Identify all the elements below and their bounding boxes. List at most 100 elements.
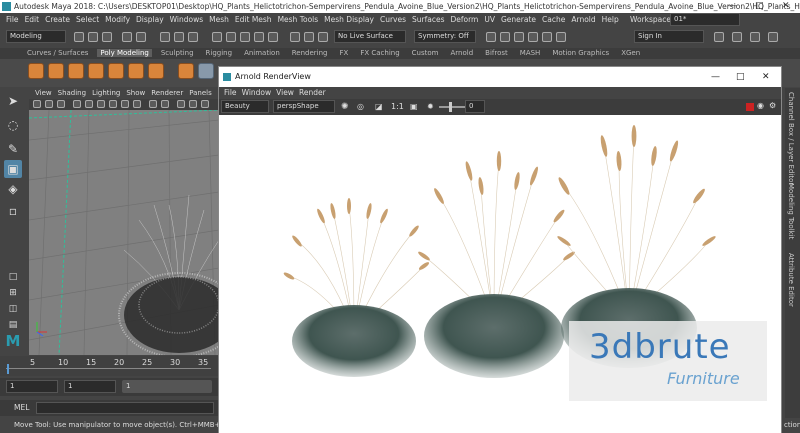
smooth-shade-icon[interactable] [97, 100, 105, 108]
rotate-tool-icon[interactable]: ◈ [4, 180, 22, 198]
sign-in-button[interactable]: Sign In [634, 30, 704, 43]
scale-tool-icon[interactable]: ▫ [4, 202, 22, 220]
poly-cube-icon[interactable] [48, 63, 64, 79]
menu-mesh-tools[interactable]: Mesh Tools [278, 15, 319, 24]
mode-select[interactable]: Modeling [6, 30, 66, 43]
poly-torus-icon[interactable] [108, 63, 124, 79]
xray-icon[interactable] [149, 100, 157, 108]
shelf-tab-curves-surfaces[interactable]: Curves / Surfaces [24, 49, 91, 57]
minimize-icon[interactable]: — [728, 0, 737, 13]
renderview-menu-window[interactable]: Window [242, 88, 272, 97]
menu-mesh-display[interactable]: Mesh Display [324, 15, 374, 24]
current-time-marker[interactable] [7, 364, 9, 374]
isolate-icon[interactable] [161, 100, 169, 108]
toggle-panel-icon-3[interactable] [514, 32, 524, 42]
display-settings-icon[interactable]: ▣ [410, 102, 418, 111]
attribute-editor-icon[interactable] [732, 32, 742, 42]
construction-history-icon[interactable] [290, 32, 300, 42]
ipr-render-icon[interactable] [318, 32, 328, 42]
camera-lock-icon[interactable] [45, 100, 53, 108]
shelf-tab-animation[interactable]: Animation [241, 49, 283, 57]
snap-grid-icon[interactable] [212, 32, 222, 42]
open-scene-icon[interactable] [88, 32, 98, 42]
snap-plane-icon[interactable] [254, 32, 264, 42]
renderview-menu-render[interactable]: Render [299, 88, 326, 97]
menu-mesh[interactable]: Mesh [209, 15, 229, 24]
menu-deform[interactable]: Deform [450, 15, 478, 24]
tab-modeling-toolkit[interactable]: Modeling Toolkit [787, 183, 795, 239]
refresh-render-icon[interactable]: ✺ [341, 102, 349, 112]
select-hierarchy-icon[interactable] [160, 32, 170, 42]
mel-label[interactable]: MEL [14, 403, 29, 412]
poly-combine-icon[interactable] [198, 63, 214, 79]
exposure-slider[interactable] [439, 106, 465, 108]
shelf-tab-rigging[interactable]: Rigging [203, 49, 236, 57]
camera-icon[interactable] [33, 100, 41, 108]
renderview-maximize-icon[interactable]: □ [736, 67, 745, 87]
current-frame-field[interactable]: 1 [6, 380, 58, 393]
ipr-icon[interactable]: ◉ [757, 101, 764, 110]
toggle-panel-icon-2[interactable] [500, 32, 510, 42]
shelf-tab-xgen[interactable]: XGen [618, 49, 643, 57]
playback-range-bar[interactable]: 1 [122, 380, 212, 393]
resolution-gate-icon[interactable] [177, 100, 185, 108]
textured-icon[interactable] [109, 100, 117, 108]
grid-toggle-icon[interactable] [73, 100, 81, 108]
save-scene-icon[interactable] [102, 32, 112, 42]
mel-command-input[interactable] [36, 402, 214, 414]
close-icon[interactable]: ✕ [782, 0, 790, 13]
time-slider[interactable]: 5 10 15 20 25 30 35 [0, 356, 218, 376]
renderview-minimize-icon[interactable]: — [711, 67, 720, 87]
menu-surfaces[interactable]: Surfaces [412, 15, 444, 24]
tab-attribute-editor[interactable]: Attribute Editor [787, 253, 795, 307]
snap-curve-icon[interactable] [226, 32, 236, 42]
exposure-slider-handle[interactable] [449, 102, 452, 112]
lights-icon[interactable] [121, 100, 129, 108]
shelf-tab-sculpting[interactable]: Sculpting [158, 49, 197, 57]
poly-cone-icon[interactable] [88, 63, 104, 79]
wireframe-icon[interactable] [85, 100, 93, 108]
undo-icon[interactable] [122, 32, 132, 42]
toggle-panel-icon-4[interactable] [528, 32, 538, 42]
bookmark-icon[interactable] [57, 100, 65, 108]
exposure-icon[interactable]: ✹ [427, 102, 434, 111]
shelf-tab-custom[interactable]: Custom [409, 49, 442, 57]
snap-point-icon[interactable] [240, 32, 250, 42]
menu-cache[interactable]: Cache [542, 15, 565, 24]
lasso-tool-icon[interactable]: ◌ [4, 116, 22, 134]
menu-curves[interactable]: Curves [380, 15, 406, 24]
redo-icon[interactable] [136, 32, 146, 42]
shelf-tab-rendering[interactable]: Rendering [289, 49, 331, 57]
move-tool-icon[interactable]: ▣ [4, 160, 22, 178]
paint-select-icon[interactable]: ✎ [4, 140, 22, 158]
toggle-panel-icon[interactable] [486, 32, 496, 42]
select-object-icon[interactable] [174, 32, 184, 42]
renderview-menu-file[interactable]: File [224, 88, 237, 97]
select-component-icon[interactable] [188, 32, 198, 42]
tool-settings-icon[interactable] [768, 32, 778, 42]
menu-edit-mesh[interactable]: Edit Mesh [235, 15, 272, 24]
workspace-select[interactable]: 01* [670, 13, 740, 26]
viewport-menu-view[interactable]: View [35, 89, 52, 97]
toggle-panel-icon-5[interactable] [542, 32, 552, 42]
modeling-toolkit-icon[interactable] [714, 32, 724, 42]
tab-channel-box[interactable]: Channel Box / Layer Editor [787, 92, 795, 185]
region-render-icon[interactable]: ◎ [357, 102, 364, 111]
render-icon[interactable] [304, 32, 314, 42]
shelf-tab-motion-graphics[interactable]: Motion Graphics [549, 49, 612, 57]
viewport-menu-show[interactable]: Show [126, 89, 145, 97]
shelf-tab-bifrost[interactable]: Bifrost [482, 49, 511, 57]
menu-help[interactable]: Help [602, 15, 619, 24]
poly-plane-icon[interactable] [128, 63, 144, 79]
aov-select[interactable]: Beauty [221, 100, 269, 113]
renderview-menu-view[interactable]: View [276, 88, 294, 97]
symmetry-select[interactable]: Symmetry: Off [414, 30, 476, 43]
new-scene-icon[interactable] [74, 32, 84, 42]
shelf-tab-fx-caching[interactable]: FX Caching [357, 49, 402, 57]
ratio-label[interactable]: 1:1 [391, 102, 404, 111]
viewport-menu-shading[interactable]: Shading [58, 89, 86, 97]
viewport-menu-lighting[interactable]: Lighting [92, 89, 120, 97]
menu-modify[interactable]: Modify [105, 15, 130, 24]
renderview-close-icon[interactable]: ✕ [762, 67, 770, 87]
shelf-tab-poly-modeling[interactable]: Poly Modeling [97, 49, 152, 57]
